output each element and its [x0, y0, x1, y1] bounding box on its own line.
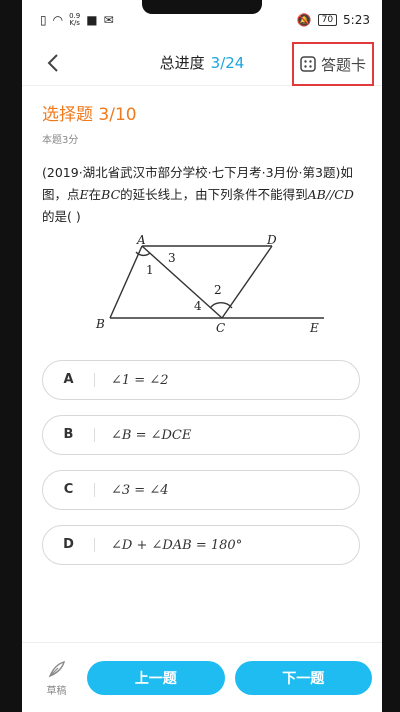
mute-icon: 🔕	[296, 13, 312, 27]
question-text-3: 的延长线上，由下列条件不能得到	[120, 187, 308, 202]
clock: 5:23	[343, 13, 370, 27]
sim-icon: ▯	[40, 13, 47, 27]
label-a: A	[136, 234, 146, 247]
question-source: (2019·湖北省武汉市部分学校·七下月考·3月份·第3题)	[42, 165, 341, 180]
draft-button[interactable]: 草稿	[32, 659, 81, 697]
option-d[interactable]: D ∠D + ∠DAB = 180°	[42, 525, 360, 565]
status-left: ▯ ◠ 0.9 K/s ■ ✉	[40, 12, 114, 28]
label-angle-3: 3	[168, 251, 176, 265]
question-text: (2019·湖北省武汉市部分学校·七下月考·3月份·第3题)如图，点E在BC的延…	[42, 162, 362, 228]
option-a[interactable]: A ∠1 = ∠2	[42, 360, 360, 400]
status-right: 🔕 70 5:23	[297, 13, 370, 27]
previous-question-button[interactable]: 上一题	[87, 660, 225, 695]
back-button[interactable]	[40, 50, 66, 76]
chevron-left-icon	[47, 54, 58, 72]
question-score: 本题3分	[42, 135, 79, 146]
feather-pen-icon	[48, 660, 65, 677]
question-content: 选择题 3/10 本题3分 (2019·湖北省武汉市部分学校·七下月考·3月份·…	[22, 86, 382, 565]
progress-label: 总进度	[159, 54, 205, 72]
progress-value: 3/24	[210, 54, 245, 72]
segment-ab	[109, 245, 143, 319]
var-ab-cd: AB//CD	[307, 187, 354, 202]
label-b: B	[95, 317, 105, 331]
camera-notch	[142, 0, 262, 14]
app-screen: ▯ ◠ 0.9 K/s ■ ✉ 🔕 70 5:23 总进度 3/24 答题卡 选…	[22, 0, 382, 712]
next-question-button[interactable]: 下一题	[234, 660, 372, 695]
option-letter: B	[43, 428, 95, 442]
option-letter: A	[43, 373, 95, 387]
label-angle-2: 2	[214, 283, 222, 297]
label-angle-4: 4	[194, 299, 202, 313]
label-c: C	[216, 321, 225, 334]
net-speed: 0.9 K/s	[69, 12, 81, 27]
question-text-4: 的是( )	[42, 209, 81, 224]
geometry-figure: A D B C E 1 3 2 4	[95, 233, 324, 335]
battery-icon: 70	[317, 14, 338, 26]
option-letter: D	[43, 538, 95, 552]
question-type: 选择题 3/10	[42, 105, 137, 125]
label-d: D	[266, 234, 277, 247]
option-text: ∠1 = ∠2	[111, 372, 169, 388]
bottom-bar: 草稿 上一题 下一题	[22, 642, 382, 712]
notification-icon: ■	[86, 13, 98, 27]
answer-card-button[interactable]: 答题卡	[292, 42, 374, 86]
top-bar: 总进度 3/24 答题卡	[22, 40, 382, 86]
option-text: ∠3 = ∠4	[111, 482, 169, 498]
label-e: E	[309, 321, 319, 334]
answer-card-label: 答题卡	[320, 55, 366, 74]
option-letter: C	[43, 483, 95, 497]
message-icon: ✉	[103, 13, 114, 27]
overall-progress: 总进度 3/24	[160, 52, 245, 73]
var-e: E	[79, 187, 89, 202]
label-angle-1: 1	[146, 263, 154, 277]
wifi-icon: ◠	[52, 13, 64, 27]
phone-frame: ▯ ◠ 0.9 K/s ■ ✉ 🔕 70 5:23 总进度 3/24 答题卡 选…	[0, 0, 400, 712]
option-c[interactable]: C ∠3 = ∠4	[42, 470, 360, 510]
draft-label: 草稿	[46, 685, 67, 697]
option-b[interactable]: B ∠B = ∠DCE	[42, 415, 360, 455]
var-bc: BC	[101, 187, 121, 202]
options-list: A ∠1 = ∠2 B ∠B = ∠DCE C ∠3 = ∠4 D ∠D + ∠…	[42, 360, 362, 565]
option-text: ∠B = ∠DCE	[111, 427, 192, 443]
answer-card-icon	[300, 56, 316, 72]
option-text: ∠D + ∠DAB = 180°	[111, 537, 243, 553]
segment-cd	[221, 245, 273, 319]
question-text-2: 在	[88, 187, 102, 202]
